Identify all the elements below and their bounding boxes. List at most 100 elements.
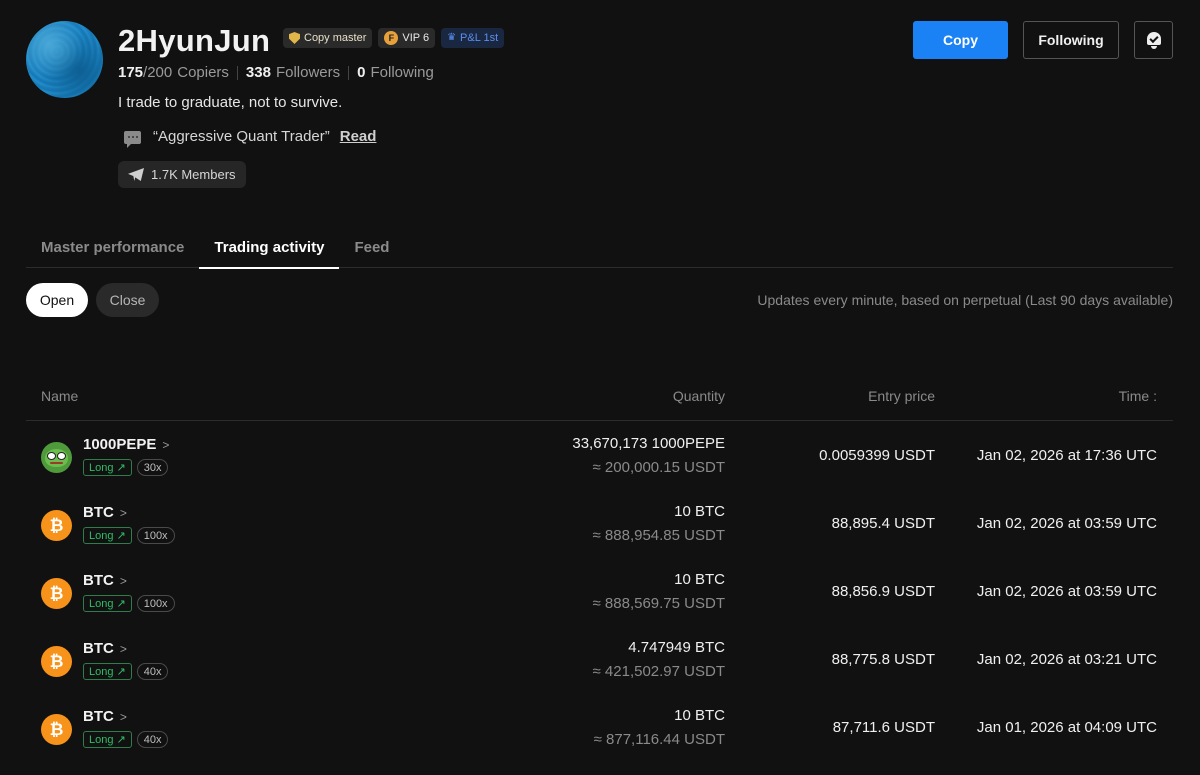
crown-icon: ♛ [447, 32, 457, 43]
time-value: Jan 01, 2026 at 04:09 UTC [976, 719, 1157, 736]
copy-master-badge[interactable]: Copy master [283, 28, 373, 48]
side-badge: Long ↗ [83, 663, 132, 680]
side-badge: Long ↗ [83, 595, 132, 612]
shield-icon [289, 32, 300, 44]
bell-check-icon [1146, 31, 1162, 49]
tab-master-performance[interactable]: Master performance [26, 226, 199, 268]
time-value: Jan 02, 2026 at 03:21 UTC [976, 651, 1157, 668]
quantity-usdt-value: ≈ 888,954.85 USDT [592, 527, 725, 544]
symbol-link[interactable]: 1000PEPE > [83, 435, 169, 455]
position-tags: Long ↗ 40x [83, 731, 169, 748]
following-count[interactable]: 0 [357, 63, 365, 83]
position-tags: Long ↗ 100x [83, 527, 175, 544]
quantity-value: 10 BTC [674, 707, 725, 724]
side-badge: Long ↗ [83, 731, 132, 748]
leverage-badge: 30x [136, 459, 169, 476]
table-row[interactable]: ₿ BTC > Long ↗ 100x 10 BTC ≈ 888,954.85 US… [26, 489, 1173, 557]
notification-button[interactable] [1134, 21, 1173, 59]
chat-bubble-icon [124, 130, 141, 148]
symbol-label: BTC [83, 708, 114, 725]
quantity-value: 33,670,173 1000PEPE [572, 435, 725, 452]
read-link[interactable]: Read [340, 127, 377, 147]
badge-group: Copy master F VIP 6 ♛ P&L 1st [283, 28, 505, 48]
avatar[interactable] [26, 21, 103, 98]
vip-icon: F [384, 31, 399, 45]
copiers-count: 175 [118, 64, 144, 81]
quantity-usdt-value: ≈ 877,116.44 USDT [593, 731, 725, 748]
table-row[interactable]: ₿ BTC > Long ↗ 40x 10 BTC ≈ 877,116.44 USD… [26, 693, 1173, 761]
tab-feed[interactable]: Feed [339, 226, 404, 268]
pepe-icon [41, 442, 72, 473]
telegram-icon [128, 168, 144, 181]
symbol-label: 1000PEPE [83, 436, 157, 453]
bio-text: I trade to graduate, not to survive. [118, 94, 343, 111]
quantity-value: 4.747949 BTC [628, 639, 725, 656]
table-row[interactable]: 1000PEPE > Long ↗ 30x 33,670,173 1000PEPE … [26, 421, 1173, 489]
position-tags: Long ↗ 40x [83, 663, 169, 680]
column-header-entry-price: Entry price [868, 388, 935, 404]
divider [236, 66, 238, 80]
copiers-label: Copiers [177, 64, 229, 81]
followers-label[interactable]: Followers [276, 63, 340, 83]
divider [348, 66, 350, 80]
entry-price-value: 88,775.8 USDT [831, 651, 935, 668]
table-row[interactable]: ₿ BTC > Long ↗ 40x 4.747949 BTC ≈ 421,502.… [26, 625, 1173, 693]
trader-profile-page: 2HyunJun Copy master F VIP 6 ♛ P&L 1st 1… [0, 0, 1200, 775]
symbol-label: BTC [83, 640, 114, 657]
telegram-members-chip[interactable]: 1.7K Members [118, 161, 246, 188]
side-badge: Long ↗ [83, 527, 132, 544]
table-row[interactable]: ₿ BTC > Long ↗ 100x 10 BTC ≈ 888,569.75 US… [26, 557, 1173, 625]
entry-price-value: 0.0059399 USDT [819, 447, 935, 464]
position-tags: Long ↗ 100x [83, 595, 175, 612]
positions-table-header: Name Quantity Entry price Time : [26, 375, 1173, 421]
btc-icon: ₿ [41, 510, 72, 541]
symbol-link[interactable]: BTC > [83, 571, 127, 591]
time-value: Jan 02, 2026 at 17:36 UTC [976, 447, 1157, 464]
symbol-link[interactable]: BTC > [83, 639, 127, 659]
chevron-right-icon: > [119, 710, 127, 724]
profile-tabs: Master performance Trading activity Feed [26, 226, 1173, 269]
members-label: 1.7K Members [151, 167, 236, 182]
quantity-value: 10 BTC [674, 503, 725, 520]
profile-stats: 175 /200 Copiers 338 Followers 0 Followi… [118, 63, 434, 83]
quote-text: “Aggressive Quant Trader” [153, 128, 330, 145]
column-header-quantity: Quantity [672, 388, 725, 404]
column-header-time[interactable]: Time : [1119, 387, 1157, 405]
btc-icon: ₿ [41, 646, 72, 677]
symbol-link[interactable]: BTC > [83, 503, 127, 523]
symbol-link[interactable]: BTC > [83, 707, 127, 727]
chevron-right-icon: > [119, 642, 127, 656]
chevron-right-icon: > [119, 574, 127, 588]
entry-price-value: 88,856.9 USDT [831, 583, 935, 600]
time-value: Jan 02, 2026 at 03:59 UTC [976, 583, 1157, 600]
symbol-label: BTC [83, 572, 114, 589]
btc-icon: ₿ [41, 578, 72, 609]
quantity-usdt-value: ≈ 888,569.75 USDT [592, 595, 725, 612]
position-tags: Long ↗ 30x [83, 459, 169, 476]
chevron-right-icon: > [119, 506, 127, 520]
trader-quote: “Aggressive Quant Trader” Read [124, 127, 377, 148]
side-badge: Long ↗ [83, 459, 132, 476]
trader-name: 2HyunJun [118, 23, 271, 58]
followers-count[interactable]: 338 [246, 63, 271, 83]
vip-label: VIP 6 [402, 32, 430, 44]
following-label[interactable]: Following [370, 63, 433, 83]
trend-up-icon: ↗ [116, 666, 126, 678]
quantity-usdt-value: ≈ 421,502.97 USDT [592, 663, 725, 680]
tab-trading-activity[interactable]: Trading activity [199, 226, 340, 269]
leverage-badge: 100x [136, 595, 175, 612]
pnl-rank-label: P&L 1st [460, 32, 499, 44]
chevron-right-icon: > [162, 438, 170, 452]
column-header-name: Name [41, 388, 79, 404]
trend-up-icon: ↗ [116, 530, 126, 542]
close-filter-button[interactable]: Close [96, 283, 159, 317]
vip-badge[interactable]: F VIP 6 [378, 28, 436, 48]
entry-price-value: 88,895.4 USDT [831, 515, 935, 532]
leverage-badge: 40x [136, 663, 169, 680]
open-filter-button[interactable]: Open [26, 283, 88, 317]
pnl-rank-badge[interactable]: ♛ P&L 1st [441, 28, 505, 48]
following-button[interactable]: Following [1023, 21, 1119, 59]
copy-button[interactable]: Copy [913, 21, 1008, 59]
entry-price-value: 87,711.6 USDT [832, 719, 935, 736]
copiers-max: /200 [143, 64, 173, 81]
